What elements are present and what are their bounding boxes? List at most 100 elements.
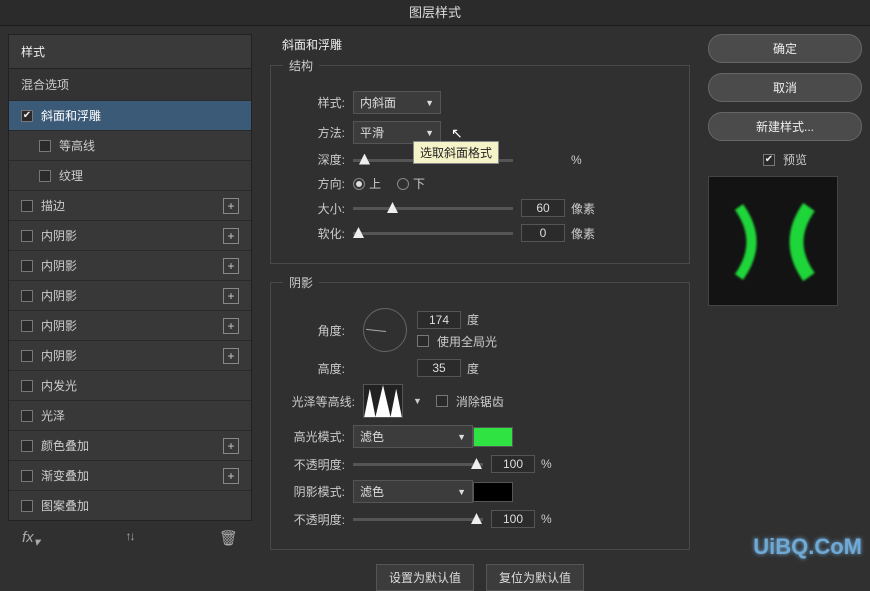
soften-slider[interactable] bbox=[353, 226, 513, 240]
fx-menu-icon[interactable]: fx▾ bbox=[22, 529, 40, 549]
styles-list: 样式 混合选项 斜面和浮雕 等高线 纹理 描边 + 内阴影 bbox=[8, 34, 252, 521]
checkbox-icon[interactable] bbox=[21, 410, 33, 422]
checkbox-icon[interactable] bbox=[21, 350, 33, 362]
row-label: 图案叠加 bbox=[41, 497, 239, 514]
style-inner-shadow[interactable]: 内阴影 + bbox=[9, 250, 251, 280]
style-contour[interactable]: 等高线 bbox=[9, 130, 251, 160]
chevron-down-icon[interactable]: ▼ bbox=[413, 396, 422, 406]
preview-checkbox[interactable] bbox=[763, 154, 775, 166]
checkbox-icon[interactable] bbox=[21, 470, 33, 482]
technique-tooltip: 选取斜面格式 bbox=[413, 141, 499, 164]
row-label: 内阴影 bbox=[41, 227, 223, 244]
row-label: 描边 bbox=[41, 197, 223, 214]
row-label: 内阴影 bbox=[41, 317, 223, 334]
shadow-mode-select[interactable]: 滤色 ▼ bbox=[353, 480, 473, 503]
shadow-color-swatch[interactable] bbox=[473, 482, 513, 502]
plus-icon[interactable]: + bbox=[223, 438, 239, 454]
highlight-opacity-input[interactable]: 100 bbox=[491, 455, 535, 473]
checkbox-icon[interactable] bbox=[21, 230, 33, 242]
style-gradient-overlay[interactable]: 渐变叠加 + bbox=[9, 460, 251, 490]
checkbox-icon[interactable] bbox=[21, 110, 33, 122]
highlight-opacity-slider[interactable] bbox=[353, 457, 483, 471]
trash-icon[interactable]: 🗑 bbox=[219, 529, 238, 549]
antialias-label: 消除锯齿 bbox=[456, 393, 504, 410]
cancel-button[interactable]: 取消 bbox=[708, 73, 862, 102]
style-inner-shadow[interactable]: 内阴影 + bbox=[9, 280, 251, 310]
up-label: 上 bbox=[369, 175, 381, 192]
structure-legend: 结构 bbox=[283, 57, 319, 74]
plus-icon[interactable]: + bbox=[223, 348, 239, 364]
plus-icon[interactable]: + bbox=[223, 228, 239, 244]
shadow-opacity-input[interactable]: 100 bbox=[491, 510, 535, 528]
shading-group: 阴影 角度: 174 度 使用全局光 高度: 3 bbox=[270, 274, 690, 550]
highlight-color-swatch[interactable] bbox=[473, 427, 513, 447]
panel-title: 斜面和浮雕 bbox=[282, 36, 690, 53]
size-slider[interactable] bbox=[353, 201, 513, 215]
checkbox-icon[interactable] bbox=[21, 290, 33, 302]
style-inner-shadow[interactable]: 内阴影 + bbox=[9, 220, 251, 250]
plus-icon[interactable]: + bbox=[223, 288, 239, 304]
angle-input[interactable]: 174 bbox=[417, 311, 461, 329]
row-label: 纹理 bbox=[59, 167, 239, 184]
size-input[interactable]: 60 bbox=[521, 199, 565, 217]
row-label: 等高线 bbox=[59, 137, 239, 154]
plus-icon[interactable]: + bbox=[223, 468, 239, 484]
checkbox-icon[interactable] bbox=[21, 200, 33, 212]
depth-label: 深度: bbox=[283, 151, 345, 168]
altitude-input[interactable]: 35 bbox=[417, 359, 461, 377]
style-inner-shadow[interactable]: 内阴影 + bbox=[9, 340, 251, 370]
checkbox-icon[interactable] bbox=[39, 170, 51, 182]
checkbox-icon[interactable] bbox=[21, 440, 33, 452]
shadow-mode-value: 滤色 bbox=[360, 483, 384, 500]
ok-button[interactable]: 确定 bbox=[708, 34, 862, 63]
dialog-title: 图层样式 bbox=[0, 0, 870, 26]
structure-group: 结构 样式: 内斜面 ▼ 方法: 平滑 ▼ ↖ 选取斜面格式 深度: bbox=[270, 57, 690, 264]
antialias-checkbox[interactable] bbox=[436, 395, 448, 407]
shadow-opacity-label: 不透明度: bbox=[283, 511, 345, 528]
soften-unit: 像素 bbox=[571, 225, 601, 242]
checkbox-icon[interactable] bbox=[21, 260, 33, 272]
checkbox-icon[interactable] bbox=[21, 320, 33, 332]
style-bevel-emboss[interactable]: 斜面和浮雕 bbox=[9, 100, 251, 130]
plus-icon[interactable]: + bbox=[223, 198, 239, 214]
radio-down[interactable] bbox=[397, 178, 409, 190]
style-texture[interactable]: 纹理 bbox=[9, 160, 251, 190]
new-style-button[interactable]: 新建样式... bbox=[708, 112, 862, 141]
chevron-down-icon: ▼ bbox=[425, 128, 434, 138]
style-select[interactable]: 内斜面 ▼ bbox=[353, 91, 441, 114]
style-inner-glow[interactable]: 内发光 bbox=[9, 370, 251, 400]
cursor-icon: ↖ bbox=[451, 125, 463, 142]
checkbox-icon[interactable] bbox=[21, 500, 33, 512]
reorder-icon[interactable]: ↑↓ bbox=[125, 529, 133, 549]
soften-label: 软化: bbox=[283, 225, 345, 242]
style-inner-shadow[interactable]: 内阴影 + bbox=[9, 310, 251, 340]
row-label: 光泽 bbox=[41, 407, 239, 424]
plus-icon[interactable]: + bbox=[223, 318, 239, 334]
soften-input[interactable]: 0 bbox=[521, 224, 565, 242]
down-label: 下 bbox=[413, 175, 425, 192]
style-pattern-overlay[interactable]: 图案叠加 bbox=[9, 490, 251, 520]
shadow-opacity-slider[interactable] bbox=[353, 512, 483, 526]
preview-label: 预览 bbox=[783, 151, 807, 168]
row-label: 内阴影 bbox=[41, 287, 223, 304]
blending-options[interactable]: 混合选项 bbox=[9, 68, 251, 100]
global-light-checkbox[interactable] bbox=[417, 335, 429, 347]
radio-up[interactable] bbox=[353, 178, 365, 190]
gloss-contour-picker[interactable] bbox=[363, 384, 403, 418]
depth-unit: % bbox=[571, 153, 601, 167]
technique-label: 方法: bbox=[283, 124, 345, 141]
set-default-button[interactable]: 设置为默认值 bbox=[376, 564, 474, 591]
style-stroke[interactable]: 描边 + bbox=[9, 190, 251, 220]
row-label: 内发光 bbox=[41, 377, 239, 394]
checkbox-icon[interactable] bbox=[39, 140, 51, 152]
checkbox-icon[interactable] bbox=[21, 380, 33, 392]
style-satin[interactable]: 光泽 bbox=[9, 400, 251, 430]
highlight-mode-select[interactable]: 滤色 ▼ bbox=[353, 425, 473, 448]
angle-dial[interactable] bbox=[363, 308, 407, 352]
plus-icon[interactable]: + bbox=[223, 258, 239, 274]
reset-default-button[interactable]: 复位为默认值 bbox=[486, 564, 584, 591]
technique-value: 平滑 bbox=[360, 124, 384, 141]
style-color-overlay[interactable]: 颜色叠加 + bbox=[9, 430, 251, 460]
shadow-opacity-unit: % bbox=[541, 512, 571, 526]
row-label: 斜面和浮雕 bbox=[41, 107, 239, 124]
